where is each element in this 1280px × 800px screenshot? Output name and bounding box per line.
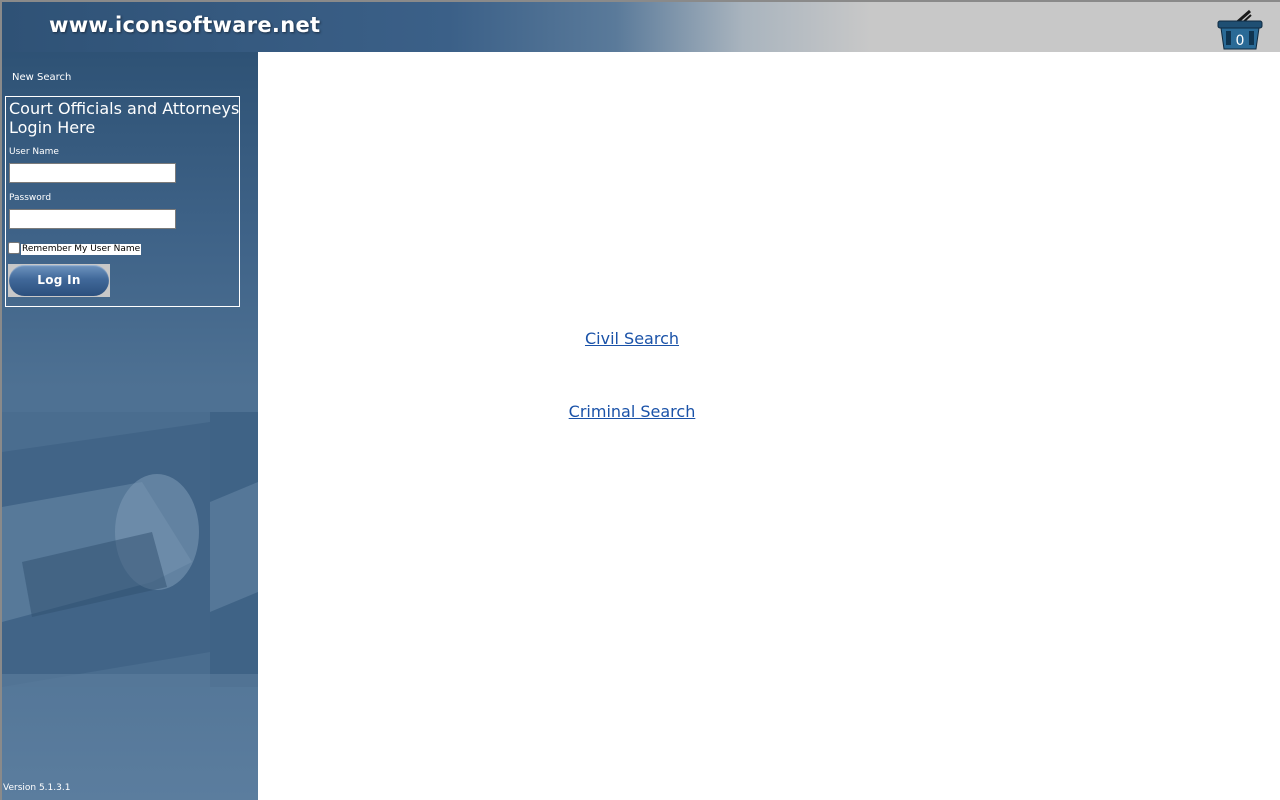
criminal-search-link[interactable]: Criminal Search [258, 402, 1006, 421]
shopping-basket-icon[interactable]: 0 [1216, 7, 1264, 51]
new-search-link[interactable]: New Search [12, 72, 71, 83]
app-window: www.iconsoftware.net 0 New Search Court … [0, 0, 1280, 800]
login-button-pill: Log In [9, 265, 109, 296]
login-button-label: Log In [37, 273, 81, 287]
password-label: Password [9, 193, 52, 203]
civil-search-link[interactable]: Civil Search [258, 329, 1006, 348]
site-header: www.iconsoftware.net 0 [0, 0, 1280, 52]
login-button[interactable]: Log In [8, 264, 110, 297]
login-title: Court Officials and Attorneys Login Here [9, 99, 240, 137]
password-input[interactable] [9, 209, 176, 229]
remember-me-label[interactable]: Remember My User Name [21, 244, 142, 255]
main-content: Civil Search Criminal Search [258, 52, 1280, 800]
remember-me-row: Remember My User Name [8, 241, 142, 255]
sidebar: New Search Court Officials and Attorneys… [0, 52, 258, 800]
version-label: Version 5.1.3.1 [3, 783, 71, 793]
username-input[interactable] [9, 163, 176, 183]
site-title: www.iconsoftware.net [49, 13, 321, 37]
remember-me-checkbox[interactable] [8, 242, 20, 254]
gavel-background-image [2, 412, 258, 687]
cart-count-badge: 0 [1235, 33, 1245, 49]
login-panel: Court Officials and Attorneys Login Here… [5, 96, 240, 307]
username-label: User Name [9, 147, 59, 157]
